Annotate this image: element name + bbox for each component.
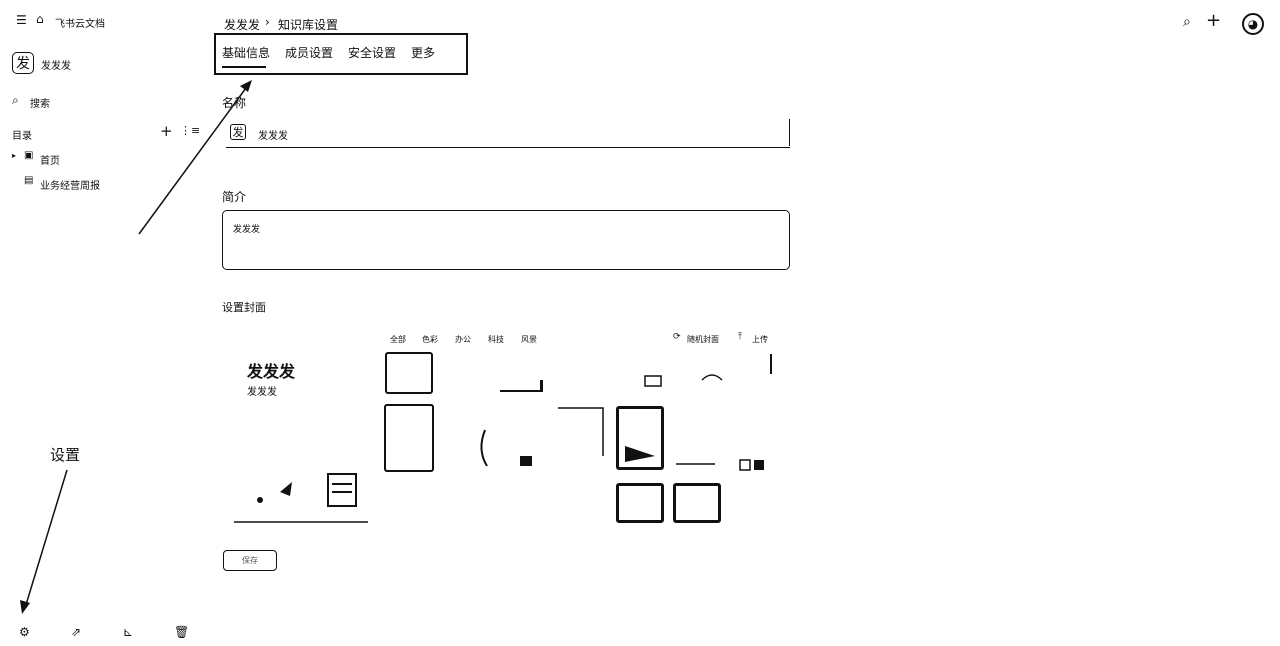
- cover-preview-title: 发发发: [247, 362, 296, 381]
- name-label: 名称: [222, 96, 247, 110]
- name-avatar[interactable]: 发: [230, 124, 246, 140]
- breadcrumb-space[interactable]: 发发发: [224, 16, 260, 33]
- intro-value[interactable]: 发发发: [233, 222, 260, 235]
- arrowhead-tabs: [240, 80, 252, 92]
- cover-preview-illustration: [234, 473, 368, 523]
- annotation-arrows: [20, 80, 252, 614]
- random-cover-button[interactable]: 随机封面: [687, 334, 719, 345]
- cover-preview-subtitle: 发发发: [247, 387, 277, 398]
- name-value[interactable]: 发发发: [258, 127, 288, 142]
- upload-button[interactable]: 上传: [752, 334, 768, 345]
- cover-category-tech[interactable]: 科技: [488, 334, 504, 345]
- tab-security-settings[interactable]: 安全设置: [348, 44, 396, 61]
- cover-label: 设置封面: [222, 301, 266, 314]
- cover-thumbnail[interactable]: [384, 404, 434, 472]
- tab-more[interactable]: 更多: [411, 44, 435, 61]
- cover-thumbnail[interactable]: [385, 352, 433, 394]
- upload-icon[interactable]: ⤒: [738, 333, 742, 342]
- intro-label: 简介: [222, 190, 247, 204]
- search-icon[interactable]: ⌕: [1183, 15, 1191, 29]
- breadcrumb-current: 知识库设置: [278, 18, 339, 32]
- active-tab-indicator: [222, 66, 266, 68]
- intro-field[interactable]: [222, 210, 790, 270]
- cover-category-landscape[interactable]: 风景: [521, 334, 537, 345]
- cover-category-all[interactable]: 全部: [390, 334, 406, 345]
- name-field[interactable]: [226, 119, 790, 148]
- tab-basic-info[interactable]: 基础信息: [222, 44, 270, 61]
- breadcrumb-separator: ›: [265, 15, 270, 29]
- avatar[interactable]: ◕: [1242, 13, 1264, 35]
- plus-icon[interactable]: +: [1206, 12, 1221, 30]
- cover-category-color[interactable]: 色彩: [422, 334, 438, 345]
- tab-member-settings[interactable]: 成员设置: [285, 44, 333, 61]
- arrowhead-settings: [20, 600, 30, 614]
- cover-category-office[interactable]: 办公: [455, 334, 471, 345]
- cover-grid-fragments: [480, 354, 772, 471]
- arrow-to-settings: [24, 469, 68, 609]
- save-button[interactable]: 保存: [223, 550, 277, 571]
- shuffle-icon[interactable]: ⟳: [673, 333, 681, 342]
